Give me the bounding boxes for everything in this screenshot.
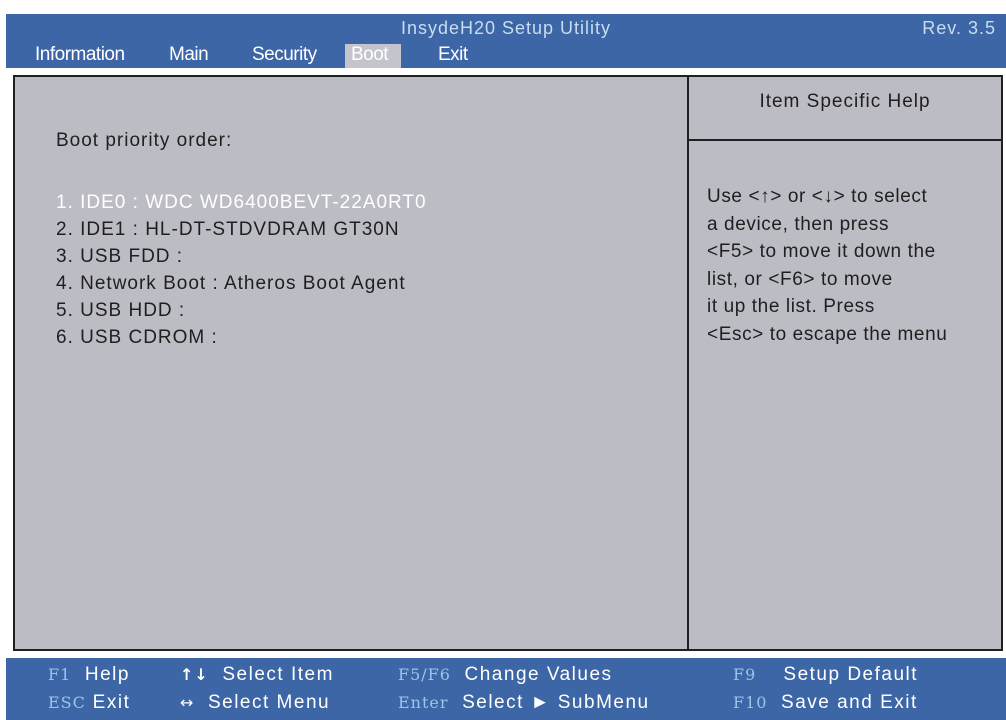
menu-bar: Information Main Security Boot Exit bbox=[6, 44, 1006, 68]
key-save-exit: F10 Save and Exit bbox=[733, 692, 918, 713]
app-title: InsydeH20 Setup Utility bbox=[400, 18, 612, 38]
tab-main[interactable]: Main bbox=[163, 44, 214, 68]
pane-divider bbox=[687, 77, 689, 649]
revision-label: Rev. 3.5 bbox=[922, 18, 996, 38]
key-f9: F9 bbox=[733, 665, 757, 684]
title-bar: InsydeH20 Setup Utility Rev. 3.5 bbox=[6, 14, 1006, 44]
boot-priority-list: 1. IDE0 : WDC WD6400BEVT-22A0RT0 2. IDE1… bbox=[56, 189, 427, 351]
boot-item-usb-cdrom[interactable]: 6. USB CDROM : bbox=[56, 324, 427, 351]
left-right-arrow-icon: ↔ bbox=[180, 693, 195, 712]
boot-item-ide1[interactable]: 2. IDE1 : HL-DT-STDVDRAM GT30N bbox=[56, 216, 427, 243]
boot-item-usb-fdd[interactable]: 3. USB FDD : bbox=[56, 243, 427, 270]
help-line: list, or <F6> to move bbox=[707, 268, 893, 290]
key-esc: ESC bbox=[48, 693, 86, 712]
help-divider bbox=[689, 139, 1001, 141]
key-select-submenu: Enter Select ► SubMenu bbox=[398, 692, 650, 713]
help-line: <Esc> to escape the menu bbox=[707, 323, 948, 345]
boot-priority-heading: Boot priority order: bbox=[56, 130, 233, 151]
boot-item-network-boot[interactable]: 4. Network Boot : Atheros Boot Agent bbox=[56, 270, 427, 297]
help-line: a device, then press bbox=[707, 213, 890, 235]
main-panel: Boot priority order: 1. IDE0 : WDC WD640… bbox=[6, 68, 1006, 658]
help-line: it up the list. Press bbox=[707, 296, 875, 317]
key-select-menu: ↔ Select Menu bbox=[180, 692, 331, 713]
key-change-values: F5/F6 Change Values bbox=[398, 664, 613, 685]
key-f5-f6: F5/F6 bbox=[398, 665, 451, 684]
help-line: Use <↑> or <↓> to select bbox=[707, 186, 928, 207]
key-select-item: ↑↓ Select Item bbox=[180, 664, 334, 685]
key-f10: F10 bbox=[733, 693, 768, 712]
tab-security[interactable]: Security bbox=[246, 44, 323, 68]
key-enter: Enter bbox=[398, 693, 449, 712]
tab-exit[interactable]: Exit bbox=[432, 44, 474, 68]
boot-order-pane: Boot priority order: 1. IDE0 : WDC WD640… bbox=[15, 77, 687, 649]
key-setup-default: F9 Setup Default bbox=[733, 664, 919, 685]
key-f1-help: F1 Help bbox=[48, 664, 130, 685]
tab-boot[interactable]: Boot bbox=[345, 44, 401, 68]
boot-item-usb-hdd[interactable]: 5. USB HDD : bbox=[56, 297, 427, 324]
key-f1: F1 bbox=[48, 665, 72, 684]
help-line: <F5> to move it down the bbox=[707, 241, 936, 262]
key-esc-exit: ESC Exit bbox=[48, 692, 131, 713]
key-legend: F1 Help ESC Exit ↑↓ Select Item ↔ Select… bbox=[6, 658, 1006, 720]
boot-item-ide0[interactable]: 1. IDE0 : WDC WD6400BEVT-22A0RT0 bbox=[56, 189, 427, 216]
content-frame: Boot priority order: 1. IDE0 : WDC WD640… bbox=[13, 75, 1003, 651]
tab-information[interactable]: Information bbox=[29, 44, 131, 68]
help-title: Item Specific Help bbox=[759, 91, 931, 112]
help-text: Use <↑> or <↓> to select a device, then … bbox=[707, 183, 997, 348]
up-down-arrows-icon: ↑↓ bbox=[180, 665, 209, 684]
